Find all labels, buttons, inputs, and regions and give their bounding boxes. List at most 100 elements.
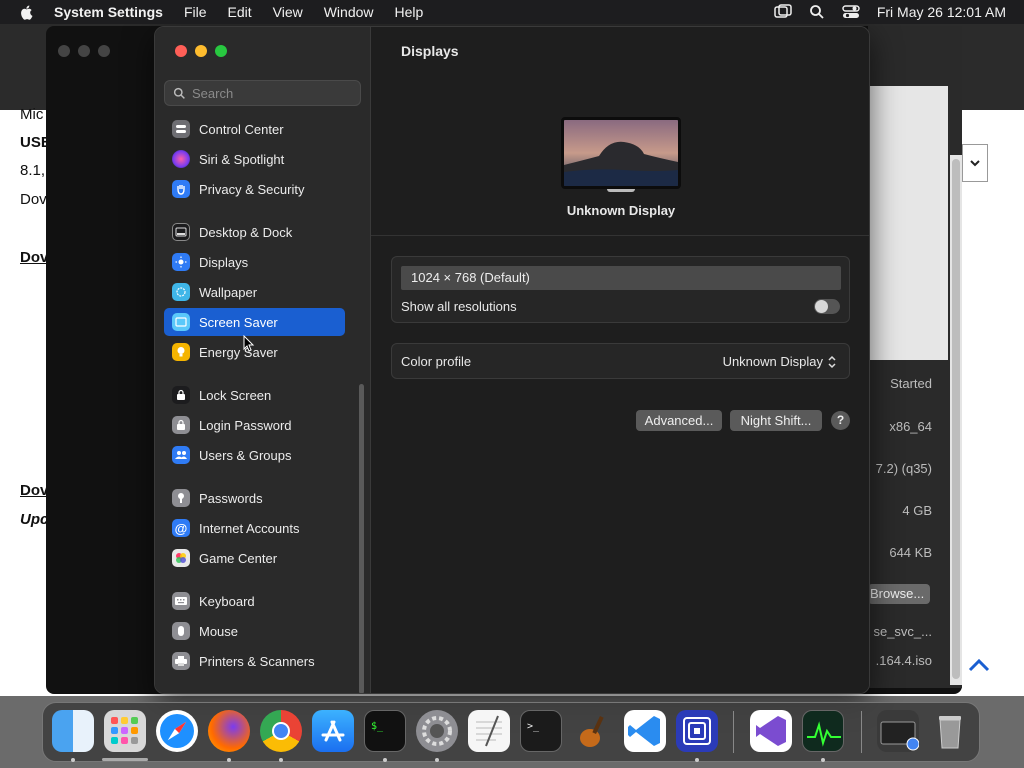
menu-clock[interactable]: Fri May 26 12:01 AM (877, 4, 1006, 20)
sidebar-item-label: Siri & Spotlight (199, 151, 285, 167)
sidebar-item-mouse[interactable]: Mouse (164, 617, 345, 645)
color-profile-select[interactable]: Unknown Display (723, 354, 837, 369)
dock-visual-studio-icon[interactable] (750, 710, 792, 752)
dock-chrome-icon[interactable] (260, 710, 302, 752)
dock-running-indicator (227, 758, 231, 762)
control-center-icon[interactable] (842, 4, 860, 20)
apple-menu-icon[interactable] (19, 4, 35, 20)
search-field[interactable] (164, 80, 361, 106)
sidebar-item-privacy-security[interactable]: Privacy & Security (164, 175, 345, 203)
browse-button[interactable]: Browse... (868, 584, 930, 604)
sidebar-item-printers-scanners[interactable]: Printers & Scanners (164, 647, 345, 675)
padlock-icon (172, 416, 190, 434)
color-profile-panel: Color profile Unknown Display (391, 343, 850, 379)
system-settings-window: Control Center Siri & Spotlight Privacy … (154, 26, 870, 694)
menu-file[interactable]: File (184, 4, 207, 20)
dock-vscode-icon[interactable] (624, 710, 666, 752)
sidebar-item-displays[interactable]: Displays (164, 248, 345, 276)
spotlight-search-icon[interactable] (809, 4, 825, 20)
sidebar-item-internet-accounts[interactable]: @ Internet Accounts (164, 514, 345, 542)
sidebar-item-siri-spotlight[interactable]: Siri & Spotlight (164, 145, 345, 173)
resolution-option-selected[interactable]: 1024 × 768 (Default) (401, 266, 841, 290)
toggle-knob (815, 300, 828, 313)
sidebar-scrollbar[interactable] (359, 384, 364, 693)
menu-window[interactable]: Window (324, 4, 374, 20)
show-all-resolutions-toggle[interactable] (814, 299, 840, 314)
sidebar-item-label: Keyboard (199, 593, 255, 609)
search-input[interactable] (192, 85, 352, 101)
dock: $_ >_ (42, 702, 980, 762)
keyboard-icon (172, 592, 190, 610)
dock-trash-icon[interactable] (929, 710, 971, 752)
display-wallpaper-image (564, 120, 678, 186)
sidebar-item-label: Lock Screen (199, 387, 272, 403)
sidebar-item-label: Displays (199, 254, 249, 270)
desktop-dock-icon (172, 223, 190, 241)
night-shift-button[interactable]: Night Shift... (730, 410, 822, 431)
window-minimize-button[interactable] (78, 45, 90, 57)
dock-app-store-icon[interactable] (312, 710, 354, 752)
bg-text-line: Upc (20, 511, 49, 528)
bg-link[interactable]: Dov (20, 482, 48, 499)
dock-finder-icon[interactable] (52, 710, 94, 752)
dock-system-settings-icon[interactable] (416, 710, 458, 752)
siri-icon (172, 150, 190, 168)
screen-saver-icon (172, 313, 190, 331)
bg-dropdown[interactable] (962, 144, 988, 182)
sidebar-item-control-center[interactable]: Control Center (164, 115, 345, 143)
chevron-up-icon[interactable] (966, 655, 992, 675)
scrollbar-thumb[interactable] (952, 159, 960, 679)
minimize-button[interactable] (195, 45, 207, 57)
dock-running-indicator (71, 758, 75, 762)
menu-view[interactable]: View (273, 4, 303, 20)
dock-safari-icon[interactable] (156, 710, 198, 752)
sidebar-item-login-password[interactable]: Login Password (164, 411, 345, 439)
sidebar-item-game-center[interactable]: Game Center (164, 544, 345, 572)
help-button[interactable]: ? (831, 411, 850, 430)
close-button[interactable] (175, 45, 187, 57)
dock-separator (861, 711, 862, 753)
dock-garageband-icon[interactable] (572, 710, 614, 752)
sidebar-item-screen-saver[interactable]: Screen Saver (164, 308, 345, 336)
dock-terminal-icon[interactable]: $_ (364, 710, 406, 752)
dock-terminal-icon-2[interactable]: >_ (520, 710, 562, 752)
sidebar-item-label: Energy Saver (199, 344, 278, 360)
screen-mirroring-icon[interactable] (774, 4, 792, 20)
sidebar-item-lock-screen[interactable]: Lock Screen (164, 381, 345, 409)
users-icon (172, 446, 190, 464)
sidebar-item-passwords[interactable]: Passwords (164, 484, 345, 512)
dock-launchpad-icon[interactable] (104, 710, 146, 752)
dock-activity-monitor-icon[interactable] (802, 710, 844, 752)
bg-link[interactable]: Dov (20, 249, 48, 266)
dock-firefox-icon[interactable] (208, 710, 250, 752)
window-close-button[interactable] (58, 45, 70, 57)
sidebar-item-users-groups[interactable]: Users & Groups (164, 441, 345, 469)
app-menu[interactable]: System Settings (54, 4, 163, 20)
settings-sidebar: Control Center Siri & Spotlight Privacy … (155, 27, 371, 693)
sidebar-item-desktop-dock[interactable]: Desktop & Dock (164, 218, 345, 246)
bg-text-line: Dov (20, 191, 47, 208)
browser-scrollbar[interactable] (950, 155, 962, 685)
sidebar-item-wallpaper[interactable]: Wallpaper (164, 278, 345, 306)
vm-preview-pane (868, 86, 948, 360)
dock-textedit-icon[interactable] (468, 710, 510, 752)
displays-pane: Displays Unknown Display 1024 × 768 (Def… (371, 27, 869, 693)
zoom-button[interactable] (215, 45, 227, 57)
sidebar-item-label: Privacy & Security (199, 181, 305, 197)
sidebar-item-label: Internet Accounts (199, 520, 300, 536)
sidebar-item-label: Login Password (199, 417, 292, 433)
dock-simulator-icon[interactable] (676, 710, 718, 752)
advanced-button[interactable]: Advanced... (636, 410, 722, 431)
sidebar-item-keyboard[interactable]: Keyboard (164, 587, 345, 615)
menu-edit[interactable]: Edit (228, 4, 252, 20)
dock-separator (733, 711, 734, 753)
menu-help[interactable]: Help (395, 4, 424, 20)
window-zoom-button[interactable] (98, 45, 110, 57)
game-center-icon (172, 549, 190, 567)
dock-scroll-indicator (102, 758, 148, 761)
display-preview[interactable] (561, 117, 681, 189)
dock-downloads-icon[interactable] (877, 710, 920, 752)
dock-running-indicator (695, 758, 699, 762)
lightbulb-icon (172, 343, 190, 361)
dock-running-indicator (279, 758, 283, 762)
